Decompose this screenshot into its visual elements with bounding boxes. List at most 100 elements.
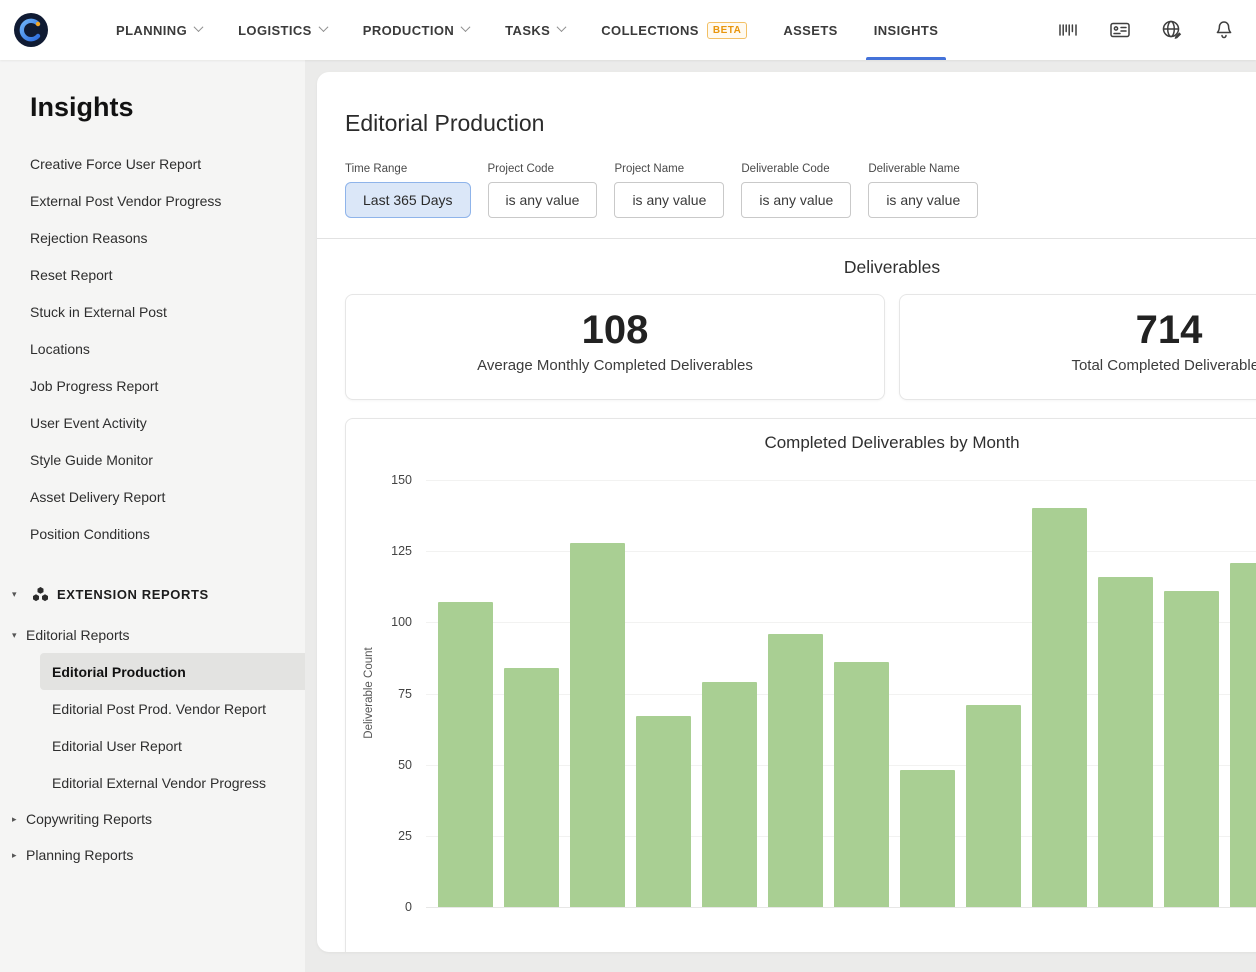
bell-icon[interactable] [1212,18,1236,42]
caret-right-icon: ▸ [12,814,26,825]
sidebar-item-stuck-in-external-post[interactable]: Stuck in External Post [0,293,305,330]
filter-label: Project Name [614,163,724,175]
sidebar-item-locations[interactable]: Locations [0,330,305,367]
barcode-icon[interactable] [1056,18,1080,42]
kpi-label: Average Monthly Completed Deliverables [346,357,884,374]
project-code-filter-value[interactable]: is any value [488,182,598,218]
filter-label: Deliverable Name [868,163,978,175]
bar[interactable] [1098,577,1153,907]
nav-icon-group [1056,18,1256,42]
group-editorial-reports[interactable]: ▾ Editorial Reports [0,617,305,653]
project-name-filter-value[interactable]: is any value [614,182,724,218]
top-navigation: PLANNING LOGISTICS PRODUCTION TASKS COLL… [0,0,1256,60]
nav-label: INSIGHTS [874,23,939,38]
bar[interactable] [438,602,493,907]
sidebar-item-reset-report[interactable]: Reset Report [0,256,305,293]
nav-item-tasks[interactable]: TASKS [487,0,583,60]
sidebar-item-user-event-activity[interactable]: User Event Activity [0,404,305,441]
nav-label: LOGISTICS [238,23,312,38]
y-tick-label: 0 [346,899,412,915]
kpi-average-monthly-completed: 108 Average Monthly Completed Deliverabl… [345,294,885,400]
deliverable-code-filter-value[interactable]: is any value [741,182,851,218]
sidebar-item-external-post-vendor-progress[interactable]: External Post Vendor Progress [0,182,305,219]
bar[interactable] [966,705,1021,907]
y-tick-label: 75 [346,686,412,702]
nav-item-production[interactable]: PRODUCTION [345,0,487,60]
nav-label: PRODUCTION [363,23,454,38]
bar[interactable] [1230,563,1256,907]
nav-label: ASSETS [783,23,837,38]
nav-item-assets[interactable]: ASSETS [765,0,855,60]
bar[interactable] [702,682,757,907]
globe-edit-icon[interactable] [1160,18,1184,42]
chevron-down-icon [318,22,328,32]
sidebar-item-style-guide-monitor[interactable]: Style Guide Monitor [0,441,305,478]
nav-label: TASKS [505,23,550,38]
sidebar-item-job-progress-report[interactable]: Job Progress Report [0,367,305,404]
group-label: Planning Reports [26,847,133,863]
filter-bar: Time Range Last 365 Days Project Code is… [345,163,1256,218]
contact-card-icon[interactable] [1108,18,1132,42]
completed-deliverables-chart: Completed Deliverables by Month Delivera… [345,418,1256,952]
sidebar-item-creative-force-user-report[interactable]: Creative Force User Report [0,145,305,182]
creative-force-logo[interactable] [14,13,48,47]
filter-label: Deliverable Code [741,163,851,175]
bar[interactable] [570,543,625,907]
chart-title: Completed Deliverables by Month [346,419,1256,453]
main-content: Editorial Production Time Range Last 365… [305,60,1256,972]
sidebar-item-editorial-external-vendor-progress[interactable]: Editorial External Vendor Progress [40,764,305,801]
caret-down-icon: ▾ [12,589,26,600]
time-range-filter-value[interactable]: Last 365 Days [345,182,471,218]
bar[interactable] [768,634,823,907]
group-copywriting-reports[interactable]: ▸ Copywriting Reports [0,801,305,837]
report-card: Editorial Production Time Range Last 365… [317,72,1256,952]
sidebar-item-editorial-production[interactable]: Editorial Production [40,653,305,690]
filter-project-code: Project Code is any value [488,163,598,218]
nav-label: COLLECTIONS [601,23,699,38]
filter-time-range: Time Range Last 365 Days [345,163,471,218]
bar[interactable] [1032,508,1087,907]
extension-reports-label: EXTENSION REPORTS [57,587,209,602]
caret-down-icon: ▾ [12,630,26,641]
sidebar-title: Insights [30,92,305,123]
group-planning-reports[interactable]: ▸ Planning Reports [0,837,305,873]
kpi-value: 714 [900,307,1256,353]
filter-deliverable-name: Deliverable Name is any value [868,163,978,218]
sidebar-item-rejection-reasons[interactable]: Rejection Reasons [0,219,305,256]
bar[interactable] [636,716,691,907]
chevron-down-icon [194,22,204,32]
y-tick-label: 50 [346,757,412,773]
deliverable-name-filter-value[interactable]: is any value [868,182,978,218]
kpi-total-completed: 714 Total Completed Deliverables [899,294,1256,400]
sidebar-item-position-conditions[interactable]: Position Conditions [0,515,305,552]
editorial-reports-children: Editorial Production Editorial Post Prod… [0,653,305,801]
chevron-down-icon [557,22,567,32]
sidebar-item-editorial-post-prod-vendor-report[interactable]: Editorial Post Prod. Vendor Report [40,690,305,727]
y-tick-label: 125 [346,543,412,559]
group-label: Editorial Reports [26,627,130,643]
insights-sidebar: Insights Creative Force User Report Exte… [0,60,305,972]
extension-reports-header[interactable]: ▾ EXTENSION REPORTS [0,579,305,609]
deliverables-section-title: Deliverables [345,257,1256,278]
y-tick-label: 25 [346,828,412,844]
nav-item-insights[interactable]: INSIGHTS [856,0,957,60]
bar[interactable] [834,662,889,907]
sidebar-item-editorial-user-report[interactable]: Editorial User Report [40,727,305,764]
report-body: Deliverables 108 Average Monthly Complet… [317,239,1256,952]
bar[interactable] [1164,591,1219,907]
nav-label: PLANNING [116,23,187,38]
filter-deliverable-code: Deliverable Code is any value [741,163,851,218]
nav-item-collections[interactable]: COLLECTIONS BETA [583,0,765,60]
nav-item-planning[interactable]: PLANNING [98,0,220,60]
bar[interactable] [900,770,955,907]
bar[interactable] [504,668,559,907]
report-header: Editorial Production Time Range Last 365… [317,72,1256,238]
nav-item-logistics[interactable]: LOGISTICS [220,0,345,60]
kpi-label: Total Completed Deliverables [900,357,1256,374]
chevron-down-icon [461,22,471,32]
gridline [426,907,1256,908]
kpi-row: 108 Average Monthly Completed Deliverabl… [345,294,1256,400]
group-label: Copywriting Reports [26,811,152,827]
sidebar-item-asset-delivery-report[interactable]: Asset Delivery Report [0,478,305,515]
report-list: Creative Force User Report External Post… [0,145,305,552]
